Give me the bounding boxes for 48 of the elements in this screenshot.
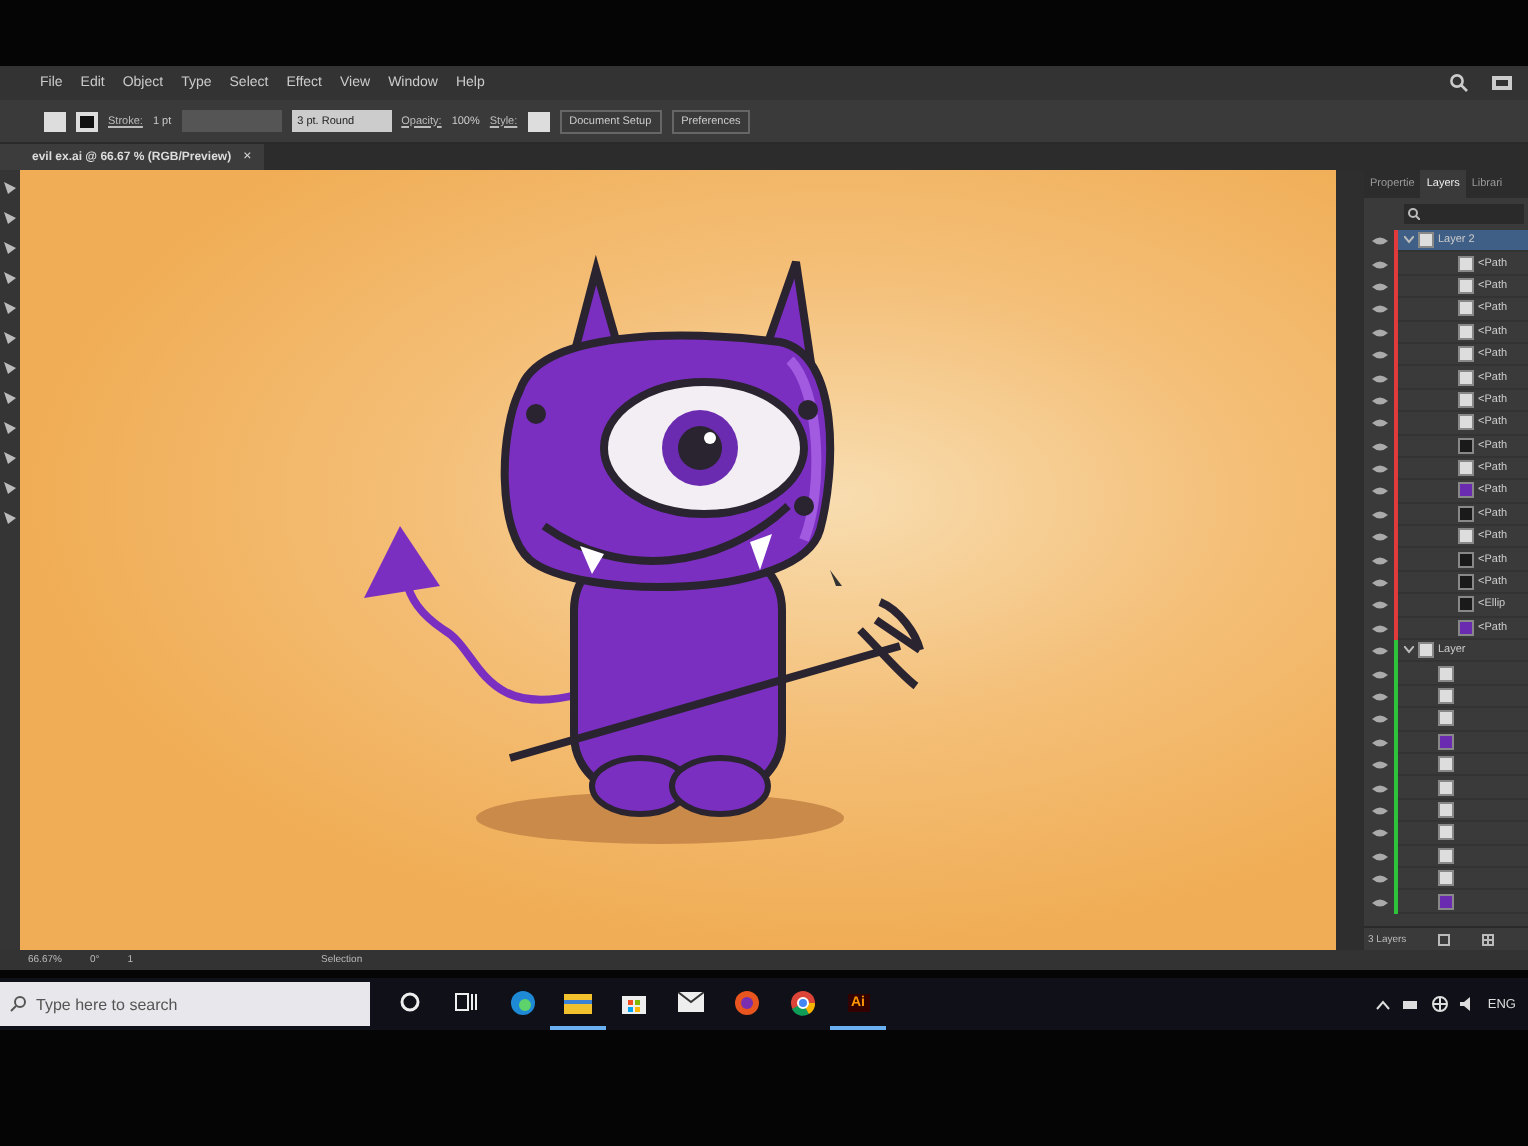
tool-icon[interactable] <box>4 242 16 254</box>
chevron-up-icon[interactable] <box>1375 999 1390 1009</box>
caret-icon[interactable] <box>1404 646 1414 655</box>
sublayer-row[interactable] <box>1398 685 1528 709</box>
sublayer-row[interactable] <box>1398 822 1528 846</box>
sublayer-row[interactable] <box>1398 662 1528 686</box>
sublayer-row[interactable] <box>1398 753 1528 777</box>
tool-icon[interactable] <box>4 272 16 284</box>
sublayer-row[interactable] <box>1398 776 1528 800</box>
sublayer-row[interactable] <box>1398 708 1528 732</box>
tool-icon[interactable] <box>4 482 16 494</box>
tool-icon[interactable] <box>4 332 16 344</box>
shopping-bag-icon[interactable] <box>622 990 646 1014</box>
search-icon <box>1408 208 1420 220</box>
layer-thumbnail <box>1418 642 1434 659</box>
battery-icon[interactable] <box>1401 999 1420 1009</box>
browser-icon[interactable] <box>509 989 535 1015</box>
export-icon[interactable] <box>1438 933 1451 945</box>
tool-icon[interactable] <box>4 392 16 404</box>
tool-icon[interactable] <box>4 212 16 224</box>
layer-thumbnail <box>1418 232 1434 249</box>
workspace-icon[interactable] <box>1492 76 1512 90</box>
style-swatch[interactable] <box>527 111 550 131</box>
taskbar-search-field[interactable]: Type here to search <box>0 982 370 1026</box>
fill-swatch[interactable] <box>44 111 66 131</box>
tool-icon[interactable] <box>4 302 16 314</box>
search-icon[interactable] <box>1450 74 1468 92</box>
globe-icon[interactable] <box>1431 996 1448 1012</box>
layer-search-field[interactable] <box>1404 204 1524 224</box>
sublayer-row[interactable] <box>1398 867 1528 891</box>
tool-icon[interactable] <box>4 512 16 524</box>
browser-icon[interactable] <box>789 989 815 1015</box>
task-view-icon[interactable] <box>454 992 478 1012</box>
tool-icon[interactable] <box>4 362 16 374</box>
stroke-swatch[interactable] <box>76 111 98 131</box>
tool-icon[interactable] <box>4 422 16 434</box>
sublayer-row[interactable] <box>1398 799 1528 823</box>
tool-icon[interactable] <box>4 452 16 464</box>
caret-icon[interactable] <box>1404 236 1414 245</box>
speaker-icon[interactable] <box>1459 996 1476 1012</box>
folder-icon[interactable] <box>564 991 592 1013</box>
variable-width-field[interactable] <box>181 110 282 132</box>
new-layer-icon[interactable] <box>1482 933 1495 945</box>
sublayer-row[interactable] <box>1398 845 1528 868</box>
circle-icon[interactable] <box>400 992 420 1012</box>
envelope-icon[interactable] <box>677 992 703 1012</box>
search-icon <box>10 996 26 1012</box>
tool-icon[interactable] <box>4 182 16 194</box>
